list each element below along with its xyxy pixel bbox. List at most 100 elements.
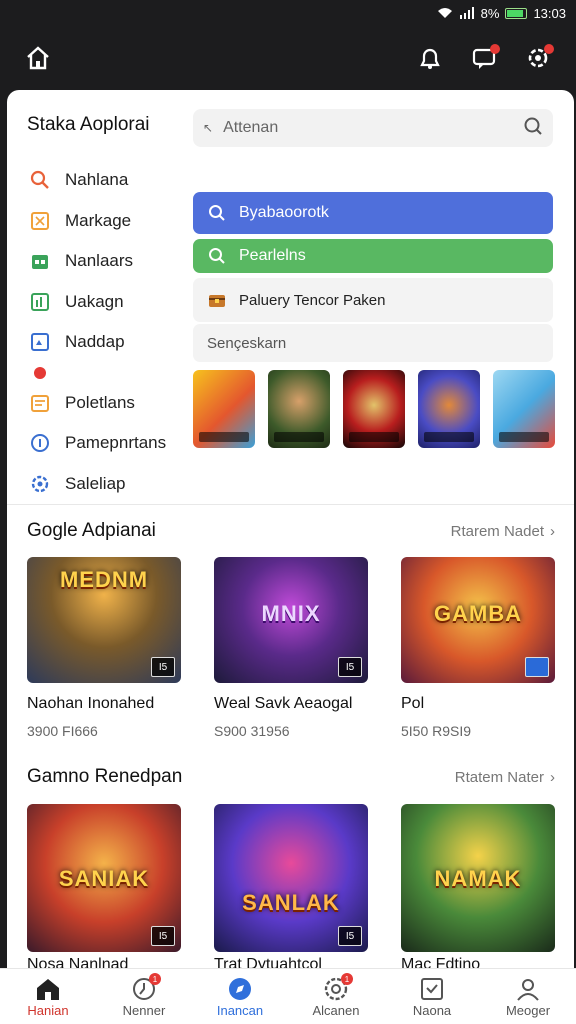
search-input[interactable]: Attenan: [223, 119, 523, 137]
game-card[interactable]: SANLAK I5 Trat Dytuahtcol: [214, 804, 368, 970]
top-bar: [0, 26, 576, 90]
section-divider: [7, 504, 574, 505]
search-icon[interactable]: [523, 116, 543, 141]
message-icon[interactable]: [468, 42, 500, 74]
section-title: Gamno Renedpan: [27, 766, 183, 787]
image-icon: [29, 331, 51, 353]
sidebar-list: Nahlana Markage Nanlaars Uakagn Naddap P…: [29, 160, 199, 504]
game-art: GAMBA: [401, 557, 555, 683]
game-card[interactable]: SANIAK I5 Nosa Nanlnad: [27, 804, 181, 970]
clock-icon: 1: [129, 973, 161, 1003]
main-sheet: Staka Aoplorai Nahlana Markage Nanlaars …: [7, 90, 574, 970]
tencent-row[interactable]: Paluery Tencor Paken: [193, 278, 553, 322]
sidebar-item-markage[interactable]: Markage: [29, 201, 199, 242]
see-more-link[interactable]: Rtarem Nadet ›: [451, 523, 555, 540]
chevron-right-icon: ›: [550, 522, 555, 540]
compass-icon: [225, 975, 255, 1003]
tencent-label: Paluery Tencor Paken: [239, 291, 386, 309]
game-art: MNIX I5: [214, 557, 368, 683]
chart-icon: [29, 291, 51, 313]
search-icon: [207, 203, 227, 223]
rating-badge: I5: [338, 657, 362, 677]
app-thumbnail[interactable]: [493, 370, 555, 448]
game-card[interactable]: MNIX I5 Weal Savk Aeaogal S900 31956: [214, 557, 368, 739]
search-bar[interactable]: ↖ Attenan: [193, 109, 553, 147]
sidebar-item-naddap[interactable]: Naddap: [29, 322, 199, 363]
game-meta: 3900 FI666: [27, 723, 98, 739]
inbox-icon: [417, 975, 447, 1003]
nav-item-alcanen[interactable]: 1 Alcanen: [288, 969, 384, 1024]
bell-icon[interactable]: [414, 42, 446, 74]
treasure-box-icon: [207, 290, 227, 310]
game-meta: 5I50 R9SI9: [401, 723, 472, 739]
battery-icon: [505, 7, 528, 19]
game-logo: NAMAK: [434, 866, 522, 891]
rating-badge: I5: [151, 657, 175, 677]
see-more-link[interactable]: Rtatem Nater ›: [455, 769, 555, 786]
status-bar: 8% 13:03: [0, 0, 576, 26]
sidebar-item-uakagn[interactable]: Uakagn: [29, 282, 199, 323]
signal-icon: [459, 7, 474, 19]
game-title: Weal Savk Aeaogal: [214, 695, 353, 712]
red-dot-icon: [29, 362, 51, 384]
thumbnail-label-bar: [274, 432, 324, 442]
app-thumbnail[interactable]: [193, 370, 255, 448]
thumbnail-label-bar: [499, 432, 549, 442]
chevron-right-icon: ›: [550, 768, 555, 786]
section-header: Gamno Renedpan Rtatem Nater ›: [27, 766, 555, 788]
activity-icon: 1: [321, 973, 353, 1003]
sidebar-item-nahlana[interactable]: Nahlana: [29, 160, 199, 201]
user-icon: [513, 975, 543, 1003]
settings-icon[interactable]: [522, 42, 554, 74]
game-logo: MNIX: [261, 601, 321, 626]
battery-percent: 8%: [480, 5, 500, 21]
blue-button-label: Byabaoorotk: [239, 204, 329, 221]
settings-notification-dot: [544, 44, 554, 54]
notification-badge: 1: [341, 973, 353, 985]
green-button-label: Pearlelns: [239, 247, 306, 264]
game-card[interactable]: GAMBA Pol 5I50 R9SI9: [401, 557, 555, 739]
calendar-icon: [29, 250, 51, 272]
secondary-search-row[interactable]: Sençeskarn: [193, 324, 553, 362]
card-row: SANIAK I5 Nosa Nanlnad SANLAK I5 Trat Dy…: [27, 804, 555, 970]
nav-label: Hanian: [27, 1003, 69, 1018]
sidebar-item-pamepnrtans[interactable]: Pamepnrtans: [29, 423, 199, 464]
nav-label: Nenner: [122, 1003, 166, 1018]
rating-badge: I5: [151, 926, 175, 946]
status-time: 13:03: [533, 5, 566, 21]
settings-icon: [29, 473, 51, 495]
nav-label: Naona: [412, 1003, 452, 1018]
sidebar-item-saleliap[interactable]: Saleliap: [29, 464, 199, 505]
search-icon: [29, 169, 51, 191]
nav-item-home[interactable]: Hanian: [0, 969, 96, 1024]
app-thumbnail[interactable]: [418, 370, 480, 448]
sidebar-item-label: Nahlana: [65, 170, 129, 190]
nav-item-inancan[interactable]: Inancan: [192, 969, 288, 1024]
game-logo: SANIAK: [58, 866, 150, 891]
game-logo: SANLAK: [242, 890, 340, 915]
sidebar-item-nanlaars[interactable]: Nanlaars: [29, 241, 199, 282]
sidebar-item-poletlans[interactable]: Poletlans: [29, 383, 199, 424]
app-thumbnail[interactable]: [343, 370, 405, 448]
nav-item-meoger[interactable]: Meoger: [480, 969, 576, 1024]
sidebar-item-label: Markage: [65, 210, 132, 230]
game-card[interactable]: MEDNM I5 Naohan Inonahed 3900 FI666: [27, 557, 181, 739]
nav-item-nenner[interactable]: 1 Nenner: [96, 969, 192, 1024]
game-title: Naohan Inonahed: [27, 695, 155, 712]
green-search-button[interactable]: Pearlelns: [193, 239, 553, 273]
home-icon[interactable]: [22, 42, 54, 74]
search-icon: [207, 246, 227, 266]
puzzle-icon: [29, 210, 51, 232]
rating-badge: I5: [338, 926, 362, 946]
nav-item-naona[interactable]: Naona: [384, 969, 480, 1024]
app-thumbnail[interactable]: [268, 370, 330, 448]
nav-label: Alcanen: [312, 1003, 360, 1018]
app-thumbnails: [193, 370, 555, 450]
game-art: NAMAK: [401, 804, 555, 952]
game-card[interactable]: NAMAK Mac Fdtino: [401, 804, 555, 970]
notification-badge: 1: [149, 973, 161, 985]
card-row: MEDNM I5 Naohan Inonahed 3900 FI666 MNIX…: [27, 557, 555, 739]
sidebar-item-label: Saleliap: [65, 473, 126, 493]
see-more-label: Rtatem Nater: [454, 768, 544, 786]
blue-search-button[interactable]: Byabaoorotk: [193, 192, 553, 234]
